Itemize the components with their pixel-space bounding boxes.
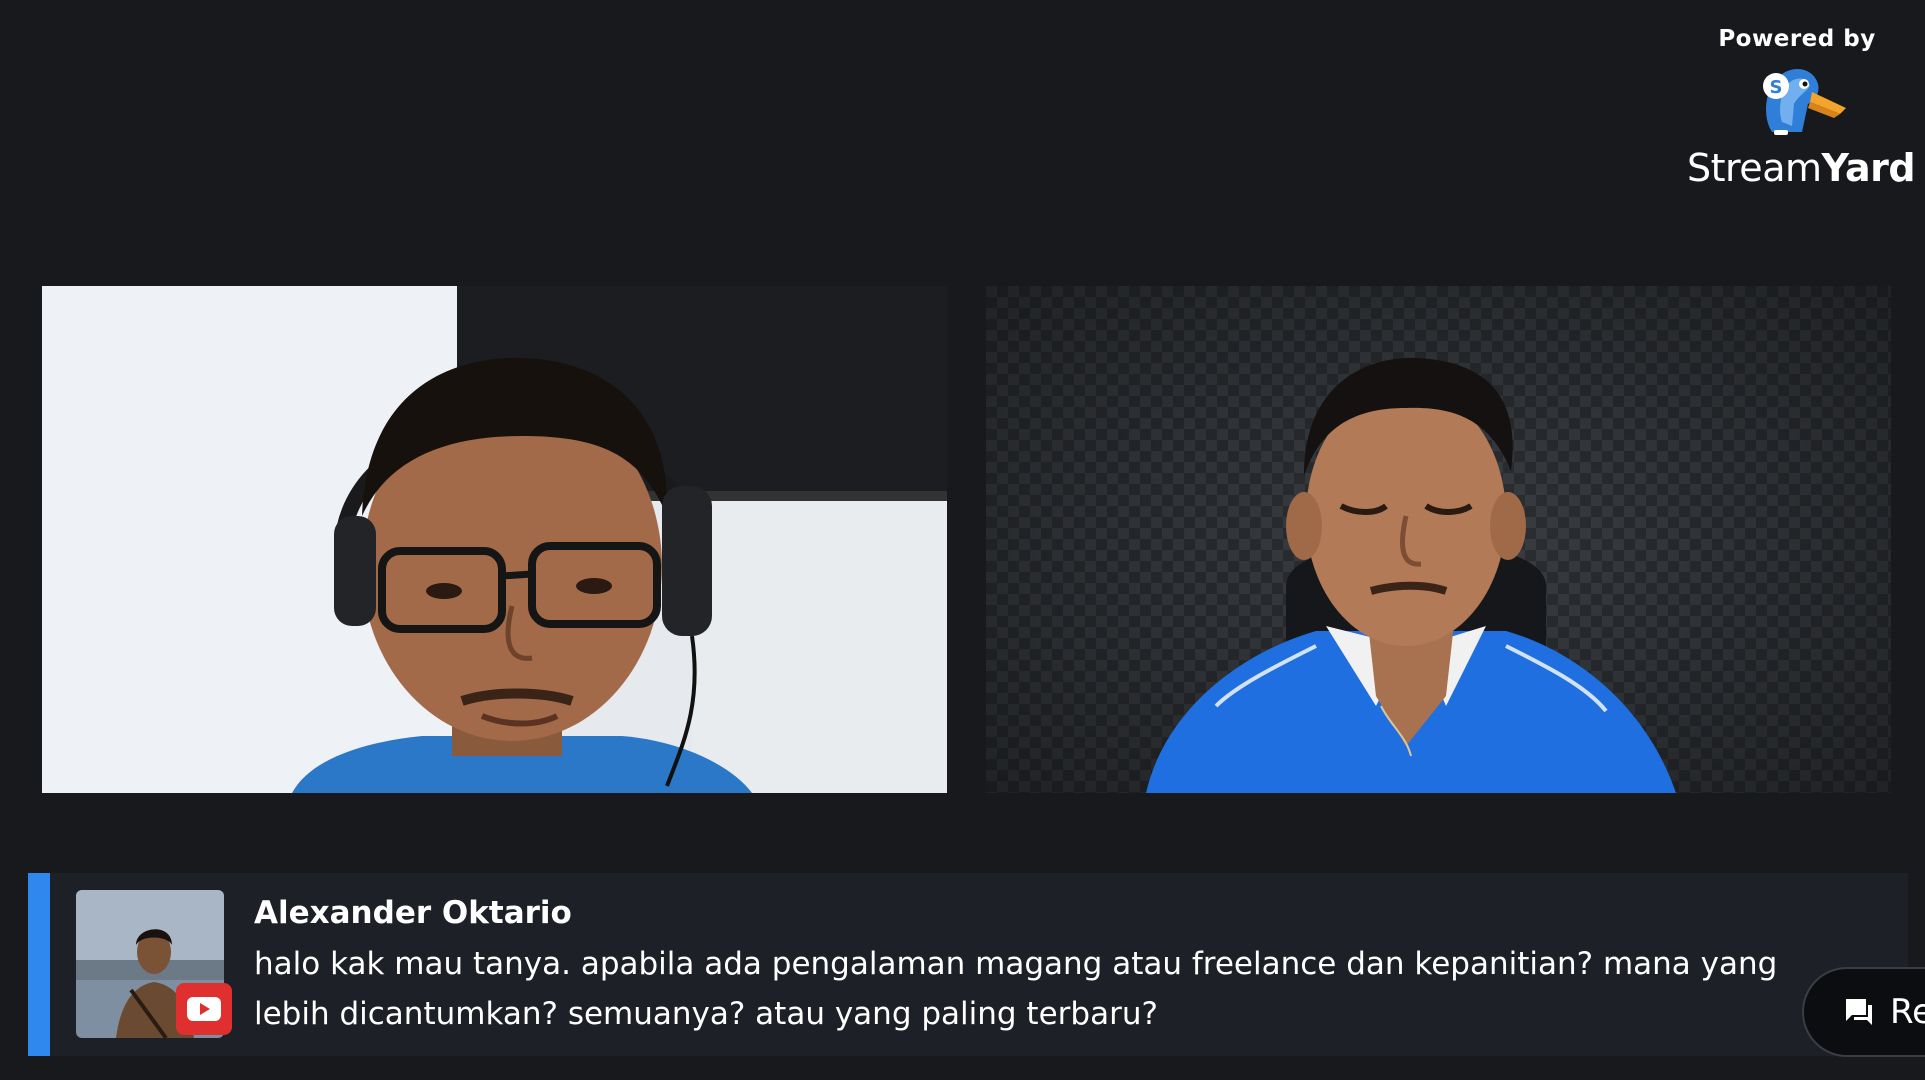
comment-accent-bar bbox=[28, 873, 50, 1056]
streamyard-bird-icon: S bbox=[1763, 69, 1846, 135]
comment-author: Alexander Oktario bbox=[254, 895, 572, 931]
participant-right-feed bbox=[986, 286, 1891, 793]
youtube-glyph bbox=[187, 997, 221, 1021]
comment-message: halo kak mau tanya. apabila ada pengalam… bbox=[254, 946, 1778, 1032]
featured-comment-banner: Alexander Oktario halo kak mau tanya. ap… bbox=[28, 873, 1908, 1056]
powered-by-label: Powered by bbox=[1718, 26, 1876, 52]
wordmark-yard: Yard bbox=[1821, 146, 1916, 190]
svg-text:S: S bbox=[1770, 77, 1783, 98]
stream-canvas: Powered by S StreamYard Alexander Oktari… bbox=[0, 0, 1925, 1080]
reply-button[interactable]: Re bbox=[1802, 967, 1925, 1057]
wordmark-stream: Stream bbox=[1687, 146, 1822, 190]
chat-bubble-icon bbox=[1846, 999, 1872, 1025]
reply-label: Re bbox=[1890, 992, 1925, 1032]
participant-left-feed bbox=[42, 286, 947, 793]
streamyard-branding: Powered by S StreamYard bbox=[1687, 26, 1916, 190]
streamyard-wordmark: StreamYard bbox=[1687, 146, 1916, 190]
participant-video-right bbox=[986, 286, 1891, 793]
youtube-icon bbox=[176, 983, 232, 1035]
participant-video-left bbox=[42, 286, 947, 793]
